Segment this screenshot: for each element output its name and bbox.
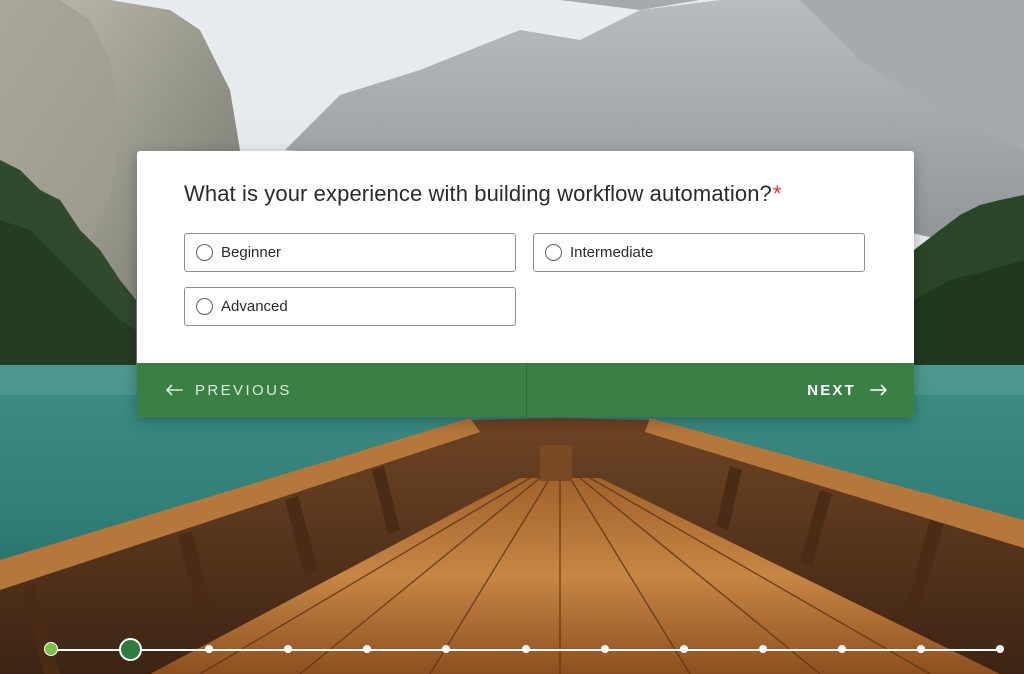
question-card: What is your experience with building wo… [137,151,914,417]
question-text: What is your experience with building wo… [184,181,772,206]
previous-label: PREVIOUS [195,381,292,399]
progress-step[interactable] [758,645,767,653]
progress-step[interactable] [837,645,846,653]
option-beginner[interactable]: Beginner [184,233,516,272]
radio-circle-icon[interactable] [545,244,562,261]
next-button[interactable]: NEXT [527,363,914,417]
option-label: Beginner [221,244,282,261]
progress-step[interactable] [521,645,530,653]
navigation-bar: PREVIOUS NEXT [137,363,914,417]
option-advanced[interactable]: Advanced [184,287,516,326]
progress-step[interactable] [996,645,1004,653]
next-label: NEXT [807,381,856,399]
progress-step-completed[interactable] [44,642,58,656]
radio-circle-icon[interactable] [196,298,213,315]
required-marker: * [772,181,782,206]
progress-step[interactable] [600,645,609,653]
question-heading: What is your experience with building wo… [184,181,884,207]
progress-step[interactable] [679,645,688,653]
progress-step-current[interactable] [119,638,143,661]
option-label: Intermediate [570,244,654,261]
arrow-left-icon [166,384,183,396]
option-intermediate[interactable]: Intermediate [533,233,865,272]
previous-button[interactable]: PREVIOUS [137,363,527,417]
arrow-right-icon [870,384,887,396]
option-label: Advanced [221,298,288,315]
progress-step[interactable] [916,645,925,653]
radio-circle-icon[interactable] [196,244,213,261]
